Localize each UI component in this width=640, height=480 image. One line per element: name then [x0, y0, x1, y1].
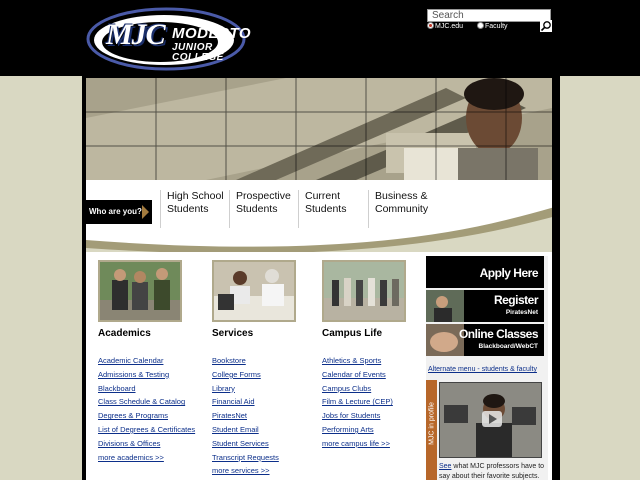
services-photo[interactable] — [212, 260, 296, 322]
profile-video[interactable] — [439, 382, 542, 458]
list-item[interactable]: Calendar of Events — [322, 368, 432, 382]
campus-life-links: Athletics & Sports Calendar of Events Ca… — [322, 354, 432, 451]
video-caption: See what MJC professors have to say abou… — [439, 462, 547, 480]
list-item[interactable]: Academic Calendar — [98, 354, 208, 368]
academics-image — [100, 262, 180, 320]
online-classes-sublabel: Blackboard/WebCT — [478, 343, 538, 350]
video-caption-text: what MJC professors have to say about th… — [439, 463, 545, 480]
academics-photo[interactable] — [98, 260, 182, 322]
logo-mark: MJC — [106, 18, 166, 51]
radio-selected-icon[interactable] — [427, 22, 434, 29]
search-scope-faculty[interactable]: Faculty — [476, 22, 508, 30]
register-label: Register — [493, 293, 539, 307]
more-academics-link[interactable]: more academics >> — [98, 451, 208, 465]
list-item[interactable]: Blackboard — [98, 382, 208, 396]
profile-tab-label: MJC in profile — [428, 402, 436, 445]
more-campus-life-link[interactable]: more campus life >> — [322, 437, 432, 451]
search-scope-options: MJC.edu Faculty — [427, 22, 520, 32]
register-thumbnail — [426, 290, 464, 322]
list-item[interactable]: Athletics & Sports — [322, 354, 432, 368]
profile-tab: MJC in profile — [426, 380, 437, 480]
search-scope-faculty-label: Faculty — [484, 23, 508, 30]
who-are-you-label: Who are you? — [86, 200, 152, 224]
academics-column: Academics Academic Calendar Admissions &… — [98, 260, 208, 464]
magnifier-icon — [540, 21, 551, 32]
hero-student-photo — [86, 78, 552, 180]
search-input[interactable]: Search — [427, 9, 551, 22]
hero-banner — [86, 78, 552, 180]
campus-life-photo[interactable] — [322, 260, 406, 322]
more-services-link[interactable]: more services >> — [212, 464, 322, 478]
right-sidebar: Apply Here Register PiratesNet Online Cl… — [426, 256, 548, 480]
list-item[interactable]: Campus Clubs — [322, 382, 432, 396]
search-button[interactable] — [540, 20, 552, 32]
list-item[interactable]: Class Schedule & Catalog — [98, 395, 208, 409]
campus-life-image — [324, 262, 404, 320]
campus-life-column: Campus Life Athletics & Sports Calendar … — [322, 260, 432, 451]
alternate-menu-link[interactable]: Alternate menu - students & faculty — [428, 366, 537, 373]
apply-here-label: Apply Here — [479, 266, 539, 280]
audience-nav: Who are you? High School Students Prospe… — [86, 180, 552, 252]
services-links: Bookstore College Forms Library Financia… — [212, 354, 322, 478]
logo-line-junior-college: JUNIOR COLLEGE — [172, 42, 224, 63]
audience-high-school[interactable]: High School Students — [160, 190, 226, 228]
online-classes-button[interactable]: Online Classes Blackboard/WebCT — [426, 324, 544, 356]
list-item[interactable]: Divisions & Offices — [98, 437, 208, 451]
content-area: Academics Academic Calendar Admissions &… — [86, 252, 552, 480]
list-item[interactable]: Transcript Requests — [212, 451, 322, 465]
list-item[interactable]: Performing Arts — [322, 423, 432, 437]
list-item[interactable]: Degrees & Programs — [98, 409, 208, 423]
site-header: MJC MODESTO JUNIOR COLLEGE Search MJC.ed… — [0, 0, 640, 76]
search-scope-mjc-label: MJC.edu — [435, 23, 464, 30]
logo-wordmark: MODESTO JUNIOR COLLEGE — [172, 26, 256, 63]
list-item[interactable]: Financial Aid — [212, 395, 322, 409]
list-item[interactable]: PiratesNet — [212, 409, 322, 423]
list-item[interactable]: Student Services — [212, 437, 322, 451]
list-item[interactable]: College Forms — [212, 368, 322, 382]
register-sublabel: PiratesNet — [505, 309, 538, 316]
services-heading: Services — [212, 328, 254, 339]
academics-links: Academic Calendar Admissions & Testing B… — [98, 354, 208, 464]
list-item[interactable]: Student Email — [212, 423, 322, 437]
list-item[interactable]: Bookstore — [212, 354, 322, 368]
campus-life-heading: Campus Life — [322, 328, 383, 339]
academics-heading: Academics — [98, 328, 151, 339]
list-item[interactable]: Jobs for Students — [322, 409, 432, 423]
apply-here-button[interactable]: Apply Here — [426, 256, 544, 288]
logo-line-modesto: MODESTO — [172, 25, 252, 42]
register-button[interactable]: Register PiratesNet — [426, 290, 544, 322]
services-column: Services Bookstore College Forms Library… — [212, 260, 322, 478]
main-panel: Who are you? High School Students Prospe… — [82, 76, 560, 480]
audience-business[interactable]: Business & Community — [368, 190, 458, 228]
video-thumbnail — [440, 383, 541, 457]
video-caption-link[interactable]: See — [439, 463, 451, 470]
online-classes-label: Online Classes — [458, 327, 539, 341]
who-are-you-text: Who are you? — [89, 207, 142, 216]
audience-current[interactable]: Current Students — [298, 190, 368, 228]
audience-prospective[interactable]: Prospective Students — [229, 190, 299, 228]
mjc-logo[interactable]: MJC MODESTO JUNIOR COLLEGE — [86, 6, 256, 72]
list-item[interactable]: Film & Lecture (CEP) — [322, 395, 432, 409]
list-item[interactable]: List of Degrees & Certificates — [98, 423, 208, 437]
arrow-right-icon — [142, 205, 149, 219]
services-image — [214, 262, 294, 320]
list-item[interactable]: Library — [212, 382, 322, 396]
list-item[interactable]: Admissions & Testing — [98, 368, 208, 382]
search-scope-mjc[interactable]: MJC.edu — [427, 22, 464, 30]
radio-unselected-icon[interactable] — [476, 22, 484, 29]
mjc-in-profile: MJC in profile See what MJC professors h… — [426, 380, 548, 480]
